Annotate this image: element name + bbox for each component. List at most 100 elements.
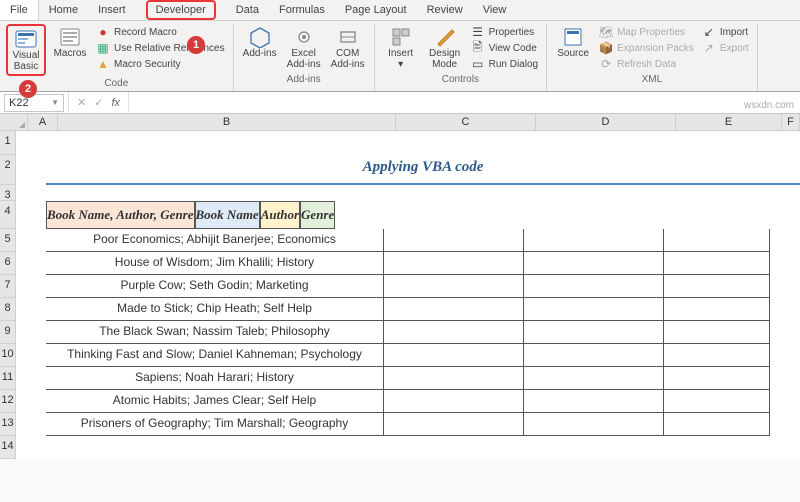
table-cell[interactable] <box>664 229 770 252</box>
expansion-packs-button[interactable]: 📦Expansion Packs <box>597 40 696 56</box>
table-cell[interactable] <box>664 344 770 367</box>
row-13[interactable]: 13 <box>0 413 16 436</box>
row-10[interactable]: 10 <box>0 344 16 367</box>
table-cell[interactable] <box>384 321 524 344</box>
row-12[interactable]: 12 <box>0 390 16 413</box>
gear-icon <box>293 26 315 48</box>
table-cell[interactable] <box>384 229 524 252</box>
table-cell[interactable]: The Black Swan; Nassim Taleb; Philosophy <box>46 321 384 344</box>
menu-developer[interactable]: Developer <box>136 0 226 20</box>
name-box[interactable]: K22▼ <box>4 94 64 112</box>
table-cell[interactable] <box>384 252 524 275</box>
table-cell[interactable] <box>664 298 770 321</box>
excel-addins-button[interactable]: Excel Add-ins <box>284 24 324 72</box>
menu-file[interactable]: File <box>0 0 39 20</box>
ribbon-group-xml: Source 🗺Map Properties 📦Expansion Packs … <box>547 24 758 91</box>
col-E[interactable]: E <box>676 114 782 130</box>
table-cell[interactable] <box>384 344 524 367</box>
row-14[interactable]: 14 <box>0 436 16 459</box>
row-6[interactable]: 6 <box>0 252 16 275</box>
select-all-triangle[interactable] <box>0 114 28 130</box>
viewcode-icon: 🖹 <box>471 41 485 55</box>
table-cell[interactable]: Sapiens; Noah Harari; History <box>46 367 384 390</box>
import-button[interactable]: ↙Import <box>700 24 751 40</box>
table-cell[interactable] <box>664 252 770 275</box>
table-cell[interactable] <box>524 321 664 344</box>
table-cell[interactable] <box>524 252 664 275</box>
group-label-controls: Controls <box>442 74 479 85</box>
row-1[interactable]: 1 <box>0 131 16 155</box>
design-mode-button[interactable]: Design Mode <box>425 24 465 72</box>
table-cell[interactable] <box>384 275 524 298</box>
view-code-button[interactable]: 🖹View Code <box>469 40 540 56</box>
export-button[interactable]: ↗Export <box>700 40 751 56</box>
table-cell[interactable] <box>524 344 664 367</box>
row-8[interactable]: 8 <box>0 298 16 321</box>
refresh-data-button[interactable]: ⟳Refresh Data <box>597 56 696 72</box>
table-cell[interactable] <box>524 298 664 321</box>
annotation-badge-1: 1 <box>187 36 205 54</box>
menu-data[interactable]: Data <box>226 0 269 20</box>
row-7[interactable]: 7 <box>0 275 16 298</box>
menu-view[interactable]: View <box>473 0 517 20</box>
cancel-icon: ✕ <box>77 96 86 109</box>
menu-formulas[interactable]: Formulas <box>269 0 335 20</box>
table-cell[interactable] <box>524 229 664 252</box>
macros-button[interactable]: Macros <box>50 24 90 61</box>
col-D[interactable]: D <box>536 114 676 130</box>
record-macro-button[interactable]: ●Record Macro <box>94 24 227 40</box>
row-11[interactable]: 11 <box>0 367 16 390</box>
run-dialog-button[interactable]: ▭Run Dialog <box>469 56 540 72</box>
insert-control-button[interactable]: Insert▾ <box>381 24 421 72</box>
table-cell[interactable]: Made to Stick; Chip Heath; Self Help <box>46 298 384 321</box>
menu-pagelayout[interactable]: Page Layout <box>335 0 417 20</box>
table-cell[interactable] <box>524 275 664 298</box>
map-properties-button[interactable]: 🗺Map Properties <box>597 24 696 40</box>
row-4[interactable]: 4 <box>0 201 16 229</box>
table-cell[interactable]: Purple Cow; Seth Godin; Marketing <box>46 275 384 298</box>
map-icon: 🗺 <box>599 25 613 39</box>
menu-review[interactable]: Review <box>417 0 473 20</box>
macro-security-button[interactable]: ▲Macro Security <box>94 56 227 72</box>
relative-refs-button[interactable]: ▦Use Relative References <box>94 40 227 56</box>
col-C[interactable]: C <box>396 114 536 130</box>
column-headers: A B C D E F <box>0 114 800 131</box>
source-button[interactable]: Source <box>553 24 593 61</box>
table-cell[interactable] <box>384 367 524 390</box>
table-cell[interactable] <box>664 275 770 298</box>
table-cell[interactable] <box>664 413 770 436</box>
table-cell[interactable] <box>384 390 524 413</box>
row-5[interactable]: 5 <box>0 229 16 252</box>
row-2[interactable]: 2 <box>0 155 16 185</box>
table-cell[interactable] <box>524 413 664 436</box>
table-cell[interactable] <box>384 298 524 321</box>
row-9[interactable]: 9 <box>0 321 16 344</box>
header-author: Author <box>260 201 300 229</box>
table-cell[interactable]: Atomic Habits; James Clear; Self Help <box>46 390 384 413</box>
table-cell[interactable] <box>524 367 664 390</box>
table-cell[interactable] <box>664 367 770 390</box>
row-3[interactable]: 3 <box>0 185 16 201</box>
table-cell[interactable]: Poor Economics; Abhijit Banerjee; Econom… <box>46 229 384 252</box>
menu-insert[interactable]: Insert <box>88 0 136 20</box>
table-cell[interactable]: Thinking Fast and Slow; Daniel Kahneman;… <box>46 344 384 367</box>
col-B[interactable]: B <box>58 114 396 130</box>
warning-icon: ▲ <box>96 57 110 71</box>
col-F[interactable]: F <box>782 114 800 130</box>
com-addins-button[interactable]: COM Add-ins <box>328 24 368 72</box>
fx-icon[interactable]: fx <box>111 97 120 109</box>
visual-basic-button[interactable]: Visual Basic <box>6 24 46 76</box>
addins-icon <box>249 26 271 48</box>
menu-home[interactable]: Home <box>39 0 88 20</box>
table-cell[interactable] <box>384 413 524 436</box>
table-cell[interactable]: Prisoners of Geography; Tim Marshall; Ge… <box>46 413 384 436</box>
table-cell[interactable] <box>664 321 770 344</box>
table-cell[interactable] <box>664 390 770 413</box>
macros-icon <box>58 26 82 48</box>
table-cell[interactable] <box>524 390 664 413</box>
group-label-xml: XML <box>642 74 663 85</box>
record-icon: ● <box>96 25 110 39</box>
table-cell[interactable]: House of Wisdom; Jim Khalili; History <box>46 252 384 275</box>
col-A[interactable]: A <box>28 114 58 130</box>
addins-button[interactable]: Add-ins <box>240 24 280 61</box>
